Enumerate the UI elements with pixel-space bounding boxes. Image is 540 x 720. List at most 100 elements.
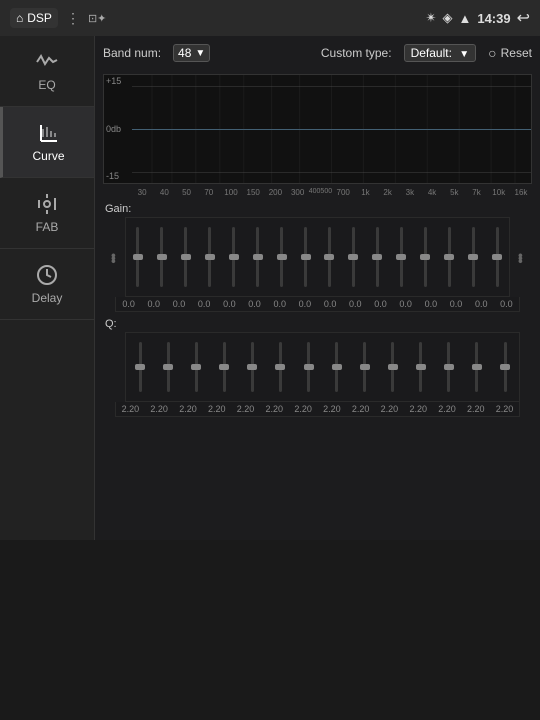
sidebar-item-eq[interactable]: EQ [0,36,94,107]
q-label-row: Q: [95,312,540,332]
custom-type-select[interactable]: Default: ▼ [404,44,477,62]
freq-70: 70 [198,188,220,197]
freq-7k: 7k [465,188,487,197]
gain-val-16: 0.0 [494,299,519,309]
sidebar-item-curve[interactable]: Curve [0,107,94,178]
custom-type-chevron: ▼ [459,49,469,60]
freq-5k: 5k [443,188,465,197]
gain-slider-6[interactable] [246,222,270,292]
q-label: Q: [105,318,117,330]
freq-2k: 2k [377,188,399,197]
freq-200: 200 [264,188,286,197]
gain-slider-10[interactable] [341,222,365,292]
gain-right-dots[interactable]: ••• [510,253,532,262]
gain-val-9: 0.0 [318,299,343,309]
q-slider-7[interactable] [294,337,322,397]
eq-grid[interactable]: +15 0db -15 [103,74,532,184]
freq-50: 50 [175,188,197,197]
sidebar-item-fab[interactable]: FAB [0,178,94,249]
gain-slider-15[interactable] [461,222,485,292]
bottom-padding [0,540,540,720]
q-values-row: 2.20 2.20 2.20 2.20 2.20 2.20 2.20 2.20 … [115,402,520,417]
sidebar-item-delay[interactable]: Delay [0,249,94,320]
db-label-mid: 0db [104,125,121,134]
gain-slider-8[interactable] [294,222,318,292]
q-slider-5[interactable] [238,337,266,397]
gain-slider-12[interactable] [389,222,413,292]
q-val-1: 2.20 [116,404,145,414]
db-labels: +15 0db -15 [104,75,121,183]
q-val-10: 2.20 [375,404,404,414]
q-val-3: 2.20 [174,404,203,414]
gain-slider-13[interactable] [413,222,437,292]
sidebar: EQ Curve FAB [0,36,95,540]
band-num-chevron: ▼ [195,48,205,59]
q-slider-4[interactable] [210,337,238,397]
gain-slider-4[interactable] [198,222,222,292]
db-label-bot: -15 [104,172,121,181]
gain-slider-16[interactable] [485,222,509,292]
q-val-13: 2.20 [461,404,490,414]
gain-slider-11[interactable] [365,222,389,292]
gain-val-8: 0.0 [292,299,317,309]
time-display: 14:39 [477,11,510,26]
freq-labels-row: 30 40 50 70 100 150 200 300 400500 700 1… [131,188,532,197]
gain-val-7: 0.0 [267,299,292,309]
q-slider-12[interactable] [435,337,463,397]
q-slider-14[interactable] [491,337,519,397]
q-slider-10[interactable] [379,337,407,397]
freq-40: 40 [153,188,175,197]
q-slider-13[interactable] [463,337,491,397]
gain-val-1: 0.0 [116,299,141,309]
back-icon[interactable]: ↩ [517,8,530,28]
gain-slider-1[interactable] [126,222,150,292]
freq-1k: 1k [354,188,376,197]
band-num-select[interactable]: 48 ▼ [173,44,210,62]
gain-val-5: 0.0 [217,299,242,309]
gain-val-6: 0.0 [242,299,267,309]
q-val-11: 2.20 [404,404,433,414]
band-num-value: 48 [178,46,191,60]
menu-icon[interactable]: ⋮ [66,10,80,27]
gain-label: Gain: [105,203,131,215]
dsp-panel: Band num: 48 ▼ Custom type: Default: ▼ ○… [95,36,540,540]
gain-slider-2[interactable] [150,222,174,292]
gain-slider-14[interactable] [437,222,461,292]
q-values-container: 2.20 2.20 2.20 2.20 2.20 2.20 2.20 2.20 … [95,402,540,417]
freq-16k: 16k [510,188,532,197]
gain-slider-5[interactable] [222,222,246,292]
q-val-6: 2.20 [260,404,289,414]
gain-val-3: 0.0 [166,299,191,309]
freq-300: 300 [287,188,309,197]
band-num-label: Band num: [103,46,161,60]
gain-left-dots[interactable]: ••• [103,253,125,262]
freq-150: 150 [242,188,264,197]
gain-slider-7[interactable] [270,222,294,292]
q-slider-11[interactable] [407,337,435,397]
q-slider-2[interactable] [154,337,182,397]
q-sliders-area [125,332,520,402]
home-button[interactable]: ⌂ DSP [10,8,58,28]
status-right: ✴ ◈ ▲ 14:39 ↩ [426,8,530,28]
q-val-4: 2.20 [202,404,231,414]
gain-val-11: 0.0 [368,299,393,309]
gain-slider-3[interactable] [174,222,198,292]
q-slider-1[interactable] [126,337,154,397]
gain-val-12: 0.0 [393,299,418,309]
q-val-5: 2.20 [231,404,260,414]
q-slider-3[interactable] [182,337,210,397]
q-slider-8[interactable] [323,337,351,397]
reset-button[interactable]: ○ Reset [488,45,532,61]
gain-slider-9[interactable] [318,222,342,292]
gain-val-4: 0.0 [192,299,217,309]
freq-700: 700 [332,188,354,197]
freq-3k: 3k [399,188,421,197]
gain-values-container: 0.0 0.0 0.0 0.0 0.0 0.0 0.0 0.0 0.0 0.0 … [95,297,540,312]
custom-type-value: Default: [411,46,452,60]
q-val-9: 2.20 [346,404,375,414]
reset-circle-icon: ○ [488,45,496,61]
q-val-8: 2.20 [317,404,346,414]
q-slider-6[interactable] [266,337,294,397]
location-icon: ◈ [442,10,452,26]
q-slider-9[interactable] [351,337,379,397]
